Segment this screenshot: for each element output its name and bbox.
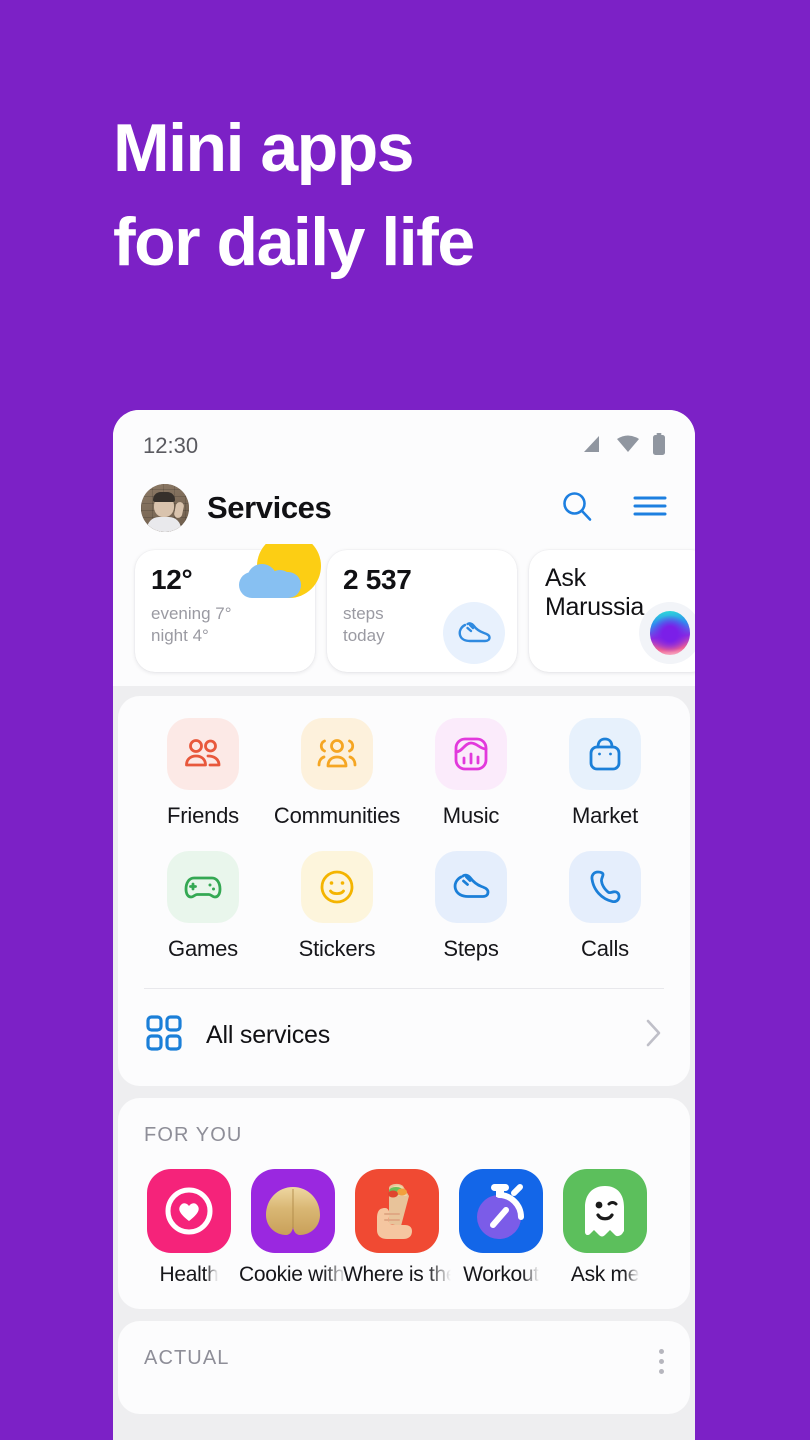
hamburger-menu-icon[interactable] [633, 494, 667, 523]
service-tile-label: Market [571, 803, 639, 828]
service-tile-stickers[interactable]: Stickers [270, 851, 404, 962]
stopwatch-icon [459, 1169, 543, 1253]
header-actions [559, 488, 667, 529]
health-heart-icon [147, 1169, 231, 1253]
all-services-label: All services [206, 1021, 331, 1049]
grid-icon [144, 1013, 184, 1058]
service-tile-label: Music [442, 803, 500, 828]
app-header: Services [113, 472, 695, 544]
service-tile-label: Games [168, 936, 238, 961]
app-health[interactable]: Health [144, 1169, 234, 1287]
smiley-icon [301, 851, 373, 923]
service-tile-communities[interactable]: Communities [270, 718, 404, 829]
promo-headline-line1: Mini apps [113, 110, 415, 186]
battery-icon [653, 432, 665, 460]
service-tile-label: Communities [273, 803, 401, 828]
service-tile-friends[interactable]: Friends [136, 718, 270, 829]
actual-title: ACTUAL [144, 1347, 230, 1369]
for-you-card: FOR YOU Health Cookie with Where is th W… [118, 1098, 690, 1309]
actual-card: ACTUAL [118, 1321, 690, 1414]
service-tile-label: Calls [581, 936, 629, 961]
status-time: 12:30 [143, 433, 199, 458]
sneaker-icon [435, 851, 507, 923]
wifi-icon [616, 434, 640, 459]
weather-night: night 4° [151, 625, 209, 645]
weather-widget[interactable]: 12° evening 7° night 4° [135, 544, 321, 672]
service-tile-calls[interactable]: Calls [538, 851, 672, 962]
service-tile-label: Steps [443, 936, 499, 961]
widgets-row: 12° evening 7° night 4° 2 537 steps toda… [113, 544, 695, 686]
services-grid: Friends Communities Music Market Games S… [118, 718, 690, 962]
steps-count: 2 537 [343, 564, 412, 595]
signal-icon [581, 434, 603, 459]
all-services-row[interactable]: All services [118, 989, 690, 1086]
app-workout[interactable]: Workout [456, 1169, 546, 1287]
app-label: Workout [463, 1263, 539, 1286]
service-tile-music[interactable]: Music [404, 718, 538, 829]
weather-evening: evening 7° [151, 604, 232, 623]
service-tile-steps[interactable]: Steps [404, 851, 538, 962]
avatar[interactable] [141, 484, 189, 532]
promo-headline: Mini apps for daily life [113, 102, 475, 290]
service-tile-label: Friends [167, 803, 239, 828]
promo-headline-line2: for daily life [113, 203, 475, 280]
shopping-bag-icon [569, 718, 641, 790]
service-tile-label: Stickers [298, 936, 376, 961]
status-icons [581, 432, 665, 460]
people-icon [167, 718, 239, 790]
group-icon [301, 718, 373, 790]
shawarma-hand-icon [355, 1169, 439, 1253]
gamepad-icon [167, 851, 239, 923]
weather-detail: evening 7° night 4° [151, 603, 299, 647]
phone-icon [569, 851, 641, 923]
equalizer-icon [435, 718, 507, 790]
status-bar: 12:30 [113, 410, 695, 472]
ghost-icon [563, 1169, 647, 1253]
app-label: Where is the food [343, 1263, 451, 1286]
search-icon[interactable] [559, 488, 595, 529]
kebab-menu-icon[interactable] [659, 1347, 664, 1374]
app-cookie[interactable]: Cookie with wish [239, 1169, 347, 1287]
sneaker-icon [443, 602, 505, 664]
service-tile-games[interactable]: Games [136, 851, 270, 962]
assistant-title-line1: Ask [545, 564, 586, 592]
app-where-is-the-food[interactable]: Where is the food [343, 1169, 451, 1287]
app-ask-me[interactable]: Ask me [560, 1169, 650, 1287]
for-you-apps-row: Health Cookie with wish [118, 1169, 690, 1287]
fortune-cookie-icon [251, 1169, 335, 1253]
chevron-right-icon[interactable] [644, 1017, 664, 1054]
app-label: Health [159, 1263, 219, 1286]
for-you-title: FOR YOU [144, 1124, 243, 1146]
page-title: Services [207, 490, 332, 525]
steps-widget[interactable]: 2 537 steps today [327, 550, 517, 672]
assistant-widget[interactable]: Ask Marussia [529, 550, 695, 672]
app-label: Cookie with wish [239, 1263, 347, 1286]
app-label: Ask me [570, 1263, 640, 1286]
service-tile-market[interactable]: Market [538, 718, 672, 829]
assistant-orb-icon [639, 602, 695, 664]
phone-mockup: 12:30 Services 12° evening 7° night 4° 2… [113, 410, 695, 1440]
services-card: Friends Communities Music Market Games S… [118, 696, 690, 1086]
